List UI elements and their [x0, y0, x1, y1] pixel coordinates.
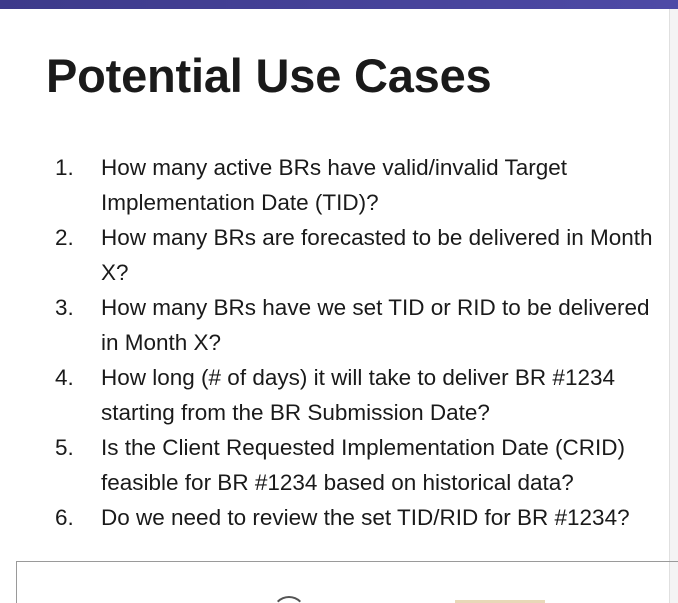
list-item: 4. How long (# of days) it will take to … [0, 360, 670, 430]
list-item-number: 1. [55, 155, 74, 180]
list-item: 5. Is the Client Requested Implementatio… [0, 430, 670, 500]
overlay-panel[interactable] [16, 561, 678, 603]
list-item: 6. Do we need to review the set TID/RID … [0, 500, 670, 535]
list-item-number: 5. [55, 435, 74, 460]
window-right-edge [669, 9, 678, 603]
list-item-text: How long (# of days) it will take to del… [101, 365, 615, 425]
list-item-number: 2. [55, 225, 74, 250]
list-item: 1. How many active BRs have valid/invali… [0, 150, 670, 220]
slide: Potential Use Cases 1. How many active B… [0, 0, 678, 603]
list-item-text: How many BRs have we set TID or RID to b… [101, 295, 650, 355]
list-item-number: 4. [55, 365, 74, 390]
slide-title: Potential Use Cases [46, 49, 492, 102]
use-case-list: 1. How many active BRs have valid/invali… [0, 150, 670, 535]
list-item: 3. How many BRs have we set TID or RID t… [0, 290, 670, 360]
list-item-text: How many BRs are forecasted to be delive… [101, 225, 653, 285]
list-item-number: 6. [55, 505, 74, 530]
list-item-text: Is the Client Requested Implementation D… [101, 435, 625, 495]
slide-top-accent-bar [0, 0, 678, 9]
list-item-text: How many active BRs have valid/invalid T… [101, 155, 568, 215]
list-item: 2. How many BRs are forecasted to be del… [0, 220, 670, 290]
list-item-text: Do we need to review the set TID/RID for… [101, 505, 630, 530]
list-item-number: 3. [55, 295, 74, 320]
